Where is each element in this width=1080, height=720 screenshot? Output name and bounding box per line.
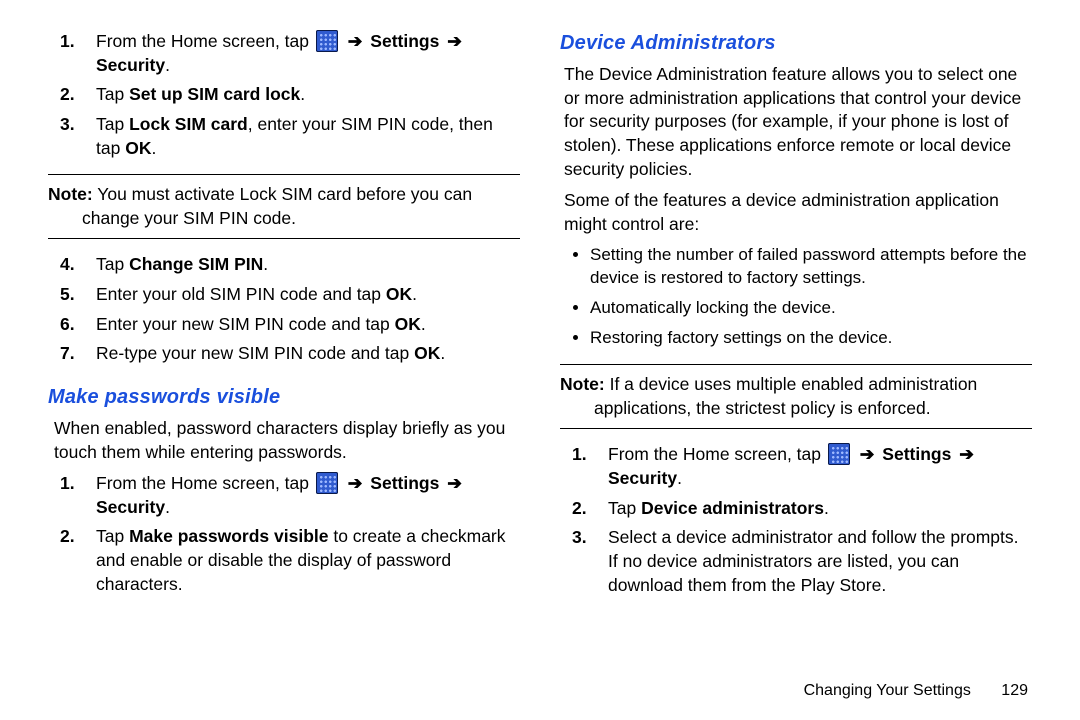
text: . (824, 498, 829, 518)
step: Tap Make passwords visible to create a c… (88, 525, 520, 596)
note-text: Note: You must activate Lock SIM card be… (48, 183, 520, 230)
left-column: From the Home screen, tap ➔ Settings ➔ S… (48, 30, 520, 680)
feature-list: Setting the number of failed password at… (560, 244, 1032, 350)
text: Select a device administrator and follow… (608, 527, 1018, 594)
arrow-icon: ➔ (345, 31, 366, 51)
steps-sim-lock-a: From the Home screen, tap ➔ Settings ➔ S… (48, 30, 520, 160)
section-heading-device-administrators: Device Administrators (560, 30, 1032, 57)
text: Enter your old SIM PIN code and tap (96, 284, 386, 304)
arrow-icon: ➔ (345, 473, 366, 493)
text: From the Home screen, tap (96, 31, 314, 51)
text: OK (386, 284, 412, 304)
arrow-icon: ➔ (857, 444, 878, 464)
text: Device administrators (641, 498, 824, 518)
right-column: Device Administrators The Device Adminis… (560, 30, 1032, 680)
arrow-icon: ➔ (956, 444, 977, 464)
paragraph: The Device Administration feature allows… (564, 63, 1032, 181)
text: Tap (96, 84, 129, 104)
text: Security (96, 497, 165, 517)
text: Set up SIM card lock (129, 84, 300, 104)
paragraph: Some of the features a device administra… (564, 189, 1032, 236)
step: From the Home screen, tap ➔ Settings ➔ S… (88, 472, 520, 519)
text: . (421, 314, 426, 334)
text: Make passwords visible (129, 526, 328, 546)
step: Re-type your new SIM PIN code and tap OK… (88, 342, 520, 366)
text: If a device uses multiple enabled admini… (594, 374, 977, 418)
text: . (412, 284, 417, 304)
apps-icon (316, 30, 338, 52)
list-item: Setting the number of failed password at… (590, 244, 1032, 290)
text: Settings (370, 31, 439, 51)
note-text: Note: If a device uses multiple enabled … (560, 373, 1032, 420)
apps-icon (316, 472, 338, 494)
step: Tap Lock SIM card, enter your SIM PIN co… (88, 113, 520, 160)
page-body: From the Home screen, tap ➔ Settings ➔ S… (0, 0, 1080, 690)
note-label: Note: (560, 374, 605, 394)
list-item: Automatically locking the device. (590, 297, 1032, 320)
text: OK (414, 343, 440, 363)
step: Tap Change SIM PIN. (88, 253, 520, 277)
arrow-icon: ➔ (444, 31, 465, 51)
text: . (165, 55, 170, 75)
text: . (151, 138, 156, 158)
page-footer: Changing Your Settings 129 (804, 680, 1028, 702)
text: . (300, 84, 305, 104)
step: From the Home screen, tap ➔ Settings ➔ S… (600, 443, 1032, 490)
text: Tap (608, 498, 641, 518)
apps-icon (828, 443, 850, 465)
text: . (165, 497, 170, 517)
text: Change SIM PIN (129, 254, 263, 274)
step: Tap Set up SIM card lock. (88, 83, 520, 107)
text: From the Home screen, tap (96, 473, 314, 493)
text: Settings (370, 473, 439, 493)
arrow-icon: ➔ (444, 473, 465, 493)
text: Security (608, 468, 677, 488)
text: From the Home screen, tap (608, 444, 826, 464)
text: Settings (882, 444, 951, 464)
step: Enter your new SIM PIN code and tap OK. (88, 313, 520, 337)
text: OK (395, 314, 421, 334)
text: You must activate Lock SIM card before y… (82, 184, 472, 228)
text: Enter your new SIM PIN code and tap (96, 314, 395, 334)
section-name: Changing Your Settings (804, 682, 971, 699)
steps-device-admin: From the Home screen, tap ➔ Settings ➔ S… (560, 443, 1032, 597)
text: Tap (96, 526, 129, 546)
text: Tap (96, 254, 129, 274)
text: Lock SIM card (129, 114, 248, 134)
text: Security (96, 55, 165, 75)
list-item: Restoring factory settings on the device… (590, 327, 1032, 350)
text: OK (125, 138, 151, 158)
step: From the Home screen, tap ➔ Settings ➔ S… (88, 30, 520, 77)
steps-passwords-visible: From the Home screen, tap ➔ Settings ➔ S… (48, 472, 520, 596)
text: . (263, 254, 268, 274)
text: Re-type your new SIM PIN code and tap (96, 343, 414, 363)
note-block: Note: If a device uses multiple enabled … (560, 364, 1032, 429)
text: . (677, 468, 682, 488)
paragraph: When enabled, password characters displa… (52, 417, 520, 464)
note-label: Note: (48, 184, 93, 204)
steps-sim-lock-b: Tap Change SIM PIN. Enter your old SIM P… (48, 253, 520, 366)
page-number: 129 (1001, 682, 1028, 699)
step: Tap Device administrators. (600, 497, 1032, 521)
step: Enter your old SIM PIN code and tap OK. (88, 283, 520, 307)
note-block: Note: You must activate Lock SIM card be… (48, 174, 520, 239)
step: Select a device administrator and follow… (600, 526, 1032, 597)
section-heading-make-passwords-visible: Make passwords visible (48, 384, 520, 411)
text: Tap (96, 114, 129, 134)
text: . (440, 343, 445, 363)
